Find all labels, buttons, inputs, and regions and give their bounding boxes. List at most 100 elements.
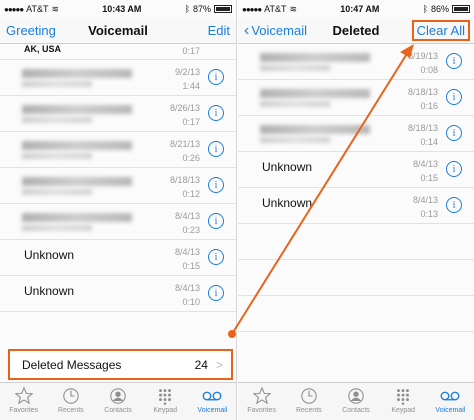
voicemail-duration: 0:17 <box>182 117 200 127</box>
voicemail-row[interactable]: Unknown 8/4/13 0:15 i <box>238 152 474 188</box>
redacted-detail <box>260 65 330 71</box>
back-button[interactable]: ‹ Voicemail <box>244 21 307 39</box>
nav-bar: Greeting Voicemail Edit <box>0 18 236 44</box>
voicemail-duration: 0:15 <box>182 261 200 271</box>
clock-icon <box>61 386 81 406</box>
voicemail-row[interactable]: 8/19/13 0:08 i <box>238 44 474 80</box>
info-icon[interactable]: i <box>208 285 224 301</box>
tab-bar: Favorites Recents Contacts Keypad Voicemail <box>0 382 236 420</box>
redacted-detail <box>22 153 92 159</box>
info-icon[interactable]: i <box>446 89 462 105</box>
info-icon[interactable]: i <box>446 161 462 177</box>
voicemail-date: 8/26/13 <box>169 103 200 113</box>
caller-name: AK, USA <box>24 44 62 54</box>
info-icon[interactable]: i <box>446 53 462 69</box>
carrier-label: AT&T <box>26 4 49 14</box>
redacted-caller <box>22 177 132 186</box>
voicemail-date: 8/18/13 <box>407 87 438 97</box>
voicemail-row[interactable]: 9/2/13 1:44 i <box>0 60 236 96</box>
redacted-detail <box>22 117 92 123</box>
battery-percent: 87% <box>192 4 211 14</box>
voicemail-icon <box>202 386 222 406</box>
voicemail-duration: 0:14 <box>420 137 438 147</box>
voicemail-row[interactable]: AK, USA 0:17 <box>0 44 236 60</box>
tab-label: Voicemail <box>435 407 466 414</box>
tab-contacts[interactable]: Contacts <box>94 383 141 420</box>
tab-voicemail[interactable]: Voicemail <box>427 383 474 420</box>
voicemail-icon <box>440 386 460 406</box>
info-icon[interactable]: i <box>208 177 224 193</box>
voicemail-row[interactable]: 8/18/13 0:14 i <box>238 116 474 152</box>
voicemail-row[interactable]: 8/18/13 0:12 i <box>0 168 236 204</box>
carrier-label: AT&T <box>264 4 287 14</box>
empty-row <box>238 296 474 332</box>
tab-label: Voicemail <box>197 407 228 414</box>
status-bar: ●●●●● AT&T ≋ 10:43 AM ᛒ 87% <box>0 0 236 18</box>
voicemail-row[interactable]: 8/18/13 0:16 i <box>238 80 474 116</box>
voicemail-list: AK, USA 0:17 9/2/13 1:44 i 8/26/13 0:17 i 8/21/1… <box>0 44 236 312</box>
tab-label: Keypad <box>153 407 178 414</box>
keypad-icon <box>393 386 413 406</box>
bluetooth-icon: ᛒ <box>184 4 190 14</box>
clear-all-button[interactable]: Clear All <box>411 20 470 41</box>
voicemail-row[interactable]: 8/26/13 0:17 i <box>0 96 236 132</box>
voicemail-date: 8/4/13 <box>174 211 200 221</box>
battery-percent: 86% <box>430 4 449 14</box>
contact-icon <box>346 386 366 406</box>
voicemail-duration: 0:23 <box>182 225 200 235</box>
caller-name: Unknown <box>262 196 313 210</box>
voicemail-duration: 0:26 <box>182 153 200 163</box>
signal-icon: ●●●●● <box>242 4 262 14</box>
back-button-label: Voicemail <box>251 23 307 38</box>
tab-voicemail[interactable]: Voicemail <box>189 383 236 420</box>
info-icon[interactable]: i <box>208 249 224 265</box>
info-icon[interactable]: i <box>208 141 224 157</box>
bluetooth-icon: ᛒ <box>422 4 428 14</box>
info-icon[interactable]: i <box>208 69 224 85</box>
tab-favorites[interactable]: Favorites <box>0 383 47 420</box>
deleted-messages-row[interactable]: Deleted Messages 24 > <box>8 349 233 380</box>
info-icon[interactable]: i <box>208 105 224 121</box>
voicemail-row[interactable]: Unknown 8/4/13 0:10 i <box>0 276 236 312</box>
chevron-right-icon: > <box>215 357 223 372</box>
voicemail-date: 8/18/13 <box>169 175 200 185</box>
chevron-left-icon: ‹ <box>244 21 250 39</box>
tab-favorites[interactable]: Favorites <box>238 383 285 420</box>
redacted-caller <box>22 105 132 114</box>
nav-bar: ‹ Voicemail Deleted Clear All <box>238 18 474 44</box>
voicemail-row[interactable]: 8/4/13 0:23 i <box>0 204 236 240</box>
caller-name: Unknown <box>24 284 75 298</box>
voicemail-duration: 0:16 <box>420 101 438 111</box>
info-icon[interactable]: i <box>446 197 462 213</box>
clock: 10:43 AM <box>102 4 142 14</box>
star-icon <box>14 386 34 406</box>
tab-label: Recents <box>57 407 84 414</box>
voicemail-date: 9/2/13 <box>174 67 200 77</box>
tab-recents[interactable]: Recents <box>47 383 94 420</box>
voicemail-duration: 0:10 <box>182 297 200 307</box>
tab-contacts[interactable]: Contacts <box>332 383 379 420</box>
caller-name: Unknown <box>24 248 75 262</box>
voicemail-duration: 0:17 <box>182 46 200 56</box>
tab-recents[interactable]: Recents <box>285 383 332 420</box>
deleted-messages-label: Deleted Messages <box>22 357 122 372</box>
keypad-icon <box>155 386 175 406</box>
tab-keypad[interactable]: Keypad <box>142 383 189 420</box>
voicemail-row[interactable]: 8/21/13 0:26 i <box>0 132 236 168</box>
voicemail-duration: 0:12 <box>182 189 200 199</box>
redacted-detail <box>22 189 92 195</box>
info-icon[interactable]: i <box>446 125 462 141</box>
battery-icon <box>213 5 232 13</box>
edit-button[interactable]: Edit <box>208 23 230 38</box>
tab-label: Keypad <box>391 407 416 414</box>
voicemail-row[interactable]: Unknown 8/4/13 0:15 i <box>0 240 236 276</box>
tab-keypad[interactable]: Keypad <box>380 383 427 420</box>
redacted-caller <box>260 89 370 98</box>
redacted-detail <box>260 137 330 143</box>
wifi-icon: ≋ <box>289 3 298 14</box>
redacted-caller <box>22 213 132 222</box>
info-icon[interactable]: i <box>208 213 224 229</box>
greeting-button[interactable]: Greeting <box>6 23 56 38</box>
tab-label: Recents <box>295 407 322 414</box>
voicemail-row[interactable]: Unknown 8/4/13 0:13 i <box>238 188 474 224</box>
